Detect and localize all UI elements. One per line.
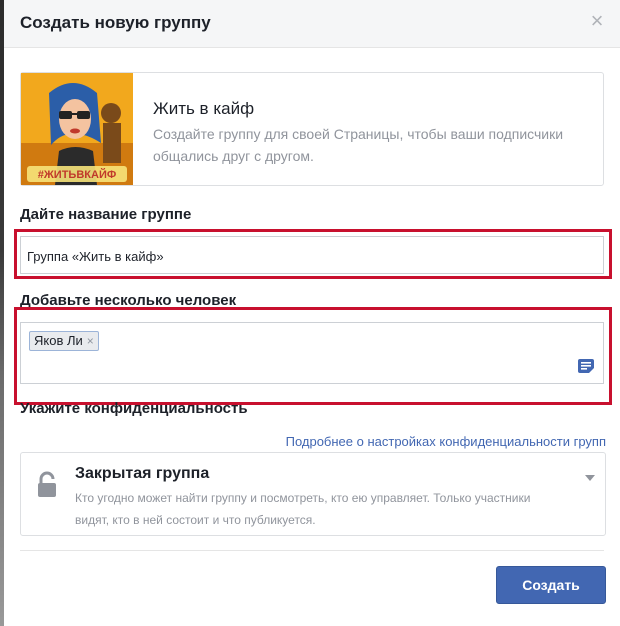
create-group-dialog: Создать новую группу × #ЖИТЬВКАЙФ Жить в…	[4, 0, 620, 626]
close-icon[interactable]: ×	[586, 10, 608, 32]
avatar-hashtag: #ЖИТЬВКАЙФ	[38, 168, 117, 181]
privacy-selector[interactable]: Закрытая группа Кто угодно может найти г…	[20, 452, 606, 536]
lock-icon	[35, 471, 59, 499]
group-name-field[interactable]	[20, 236, 604, 275]
remove-chip-icon[interactable]: ×	[87, 331, 94, 351]
page-avatar: #ЖИТЬВКАЙФ	[21, 73, 133, 185]
privacy-selected-title: Закрытая группа	[75, 465, 210, 482]
privacy-settings-link[interactable]: Подробнее о настройках конфиденциальност…	[286, 434, 606, 449]
group-name-input[interactable]	[27, 237, 587, 275]
page-card: #ЖИТЬВКАЙФ Жить в кайф Создайте группу д…	[20, 72, 604, 186]
caret-down-icon[interactable]	[585, 475, 595, 481]
members-field[interactable]: Яков Ли ×	[20, 322, 604, 384]
member-chip[interactable]: Яков Ли ×	[29, 331, 99, 351]
dialog-title: Создать новую группу	[20, 13, 211, 32]
create-button[interactable]: Создать	[496, 566, 606, 604]
group-name-label: Дайте название группе	[20, 206, 192, 223]
privacy-selected-description: Кто угодно может найти группу и посмотре…	[75, 491, 531, 527]
footer-divider	[20, 550, 604, 551]
page-name: Жить в кайф	[153, 99, 255, 118]
page-description: Создайте группу для своей Страницы, чтоб…	[153, 126, 564, 164]
privacy-label: Укажите конфиденциальность	[20, 400, 248, 417]
member-chip-label: Яков Ли	[34, 333, 83, 348]
members-label: Добавьте несколько человек	[20, 292, 237, 309]
dialog-header: Создать новую группу ×	[4, 0, 620, 48]
note-icon[interactable]	[577, 358, 595, 374]
